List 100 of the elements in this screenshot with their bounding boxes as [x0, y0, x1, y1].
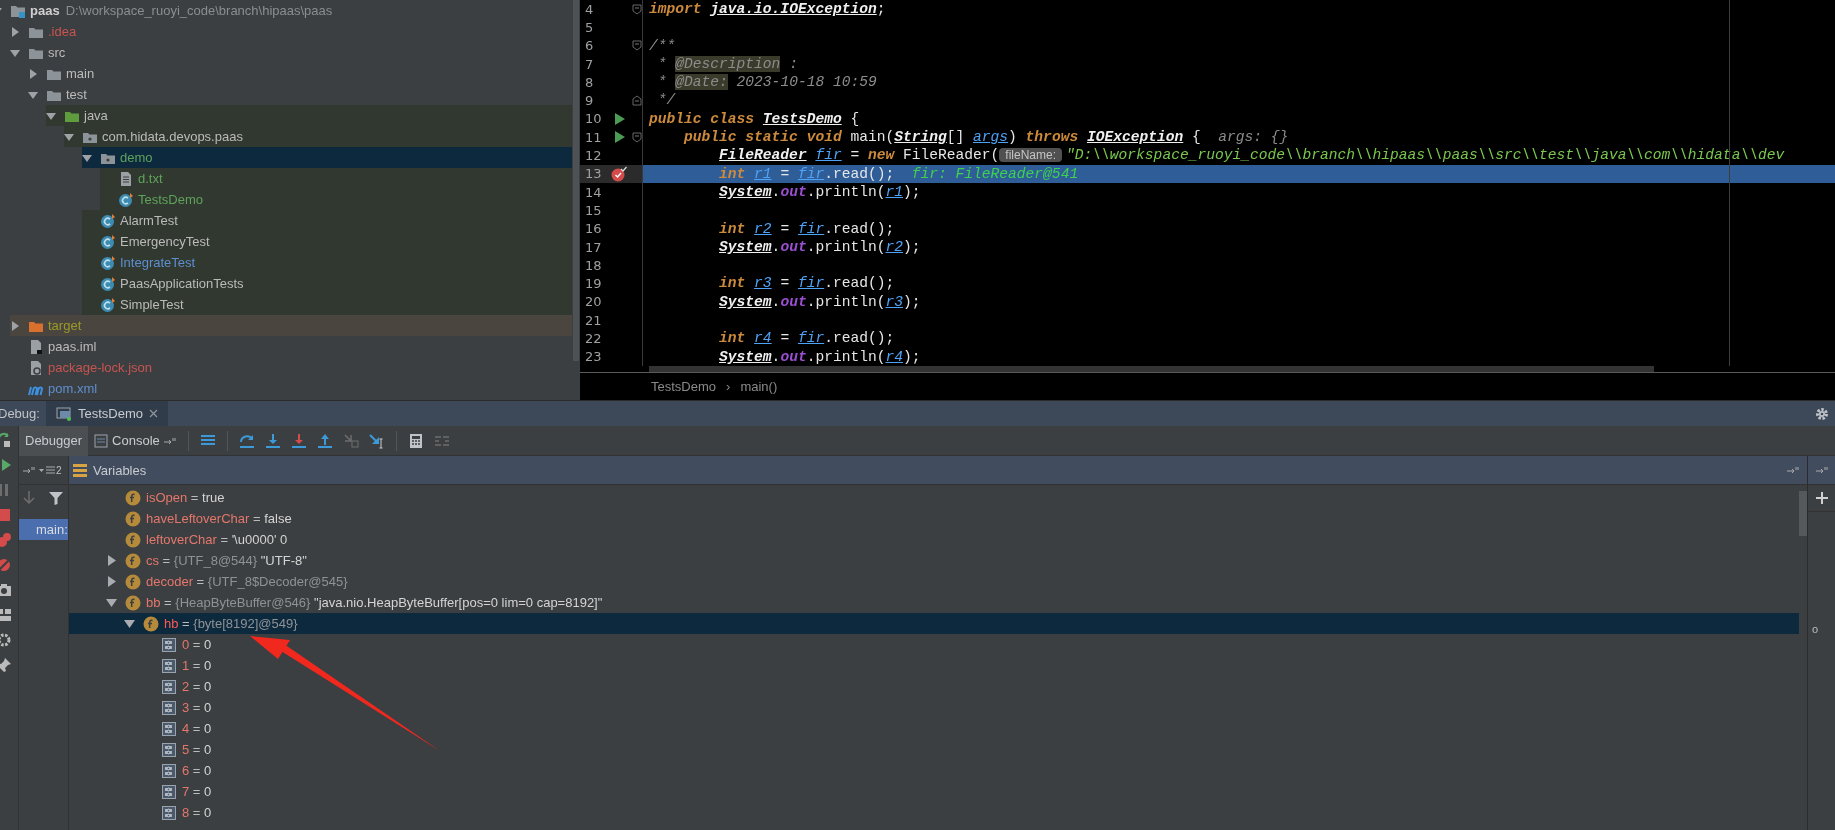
code-line: int r4 = fir.read();	[718, 329, 896, 348]
layout-icon[interactable]	[0, 607, 12, 623]
collapsed-arrow-icon[interactable]	[105, 576, 117, 587]
line-number: 22	[584, 331, 603, 346]
variable-row[interactable]: 0 = 0	[69, 634, 1799, 655]
code-line: int r3 = fir.read();	[718, 274, 896, 293]
subtab[interactable]: Console	[88, 425, 182, 456]
expanded-arrow-icon[interactable]	[105, 597, 117, 608]
settings-icon[interactable]	[1815, 406, 1829, 421]
frame-item[interactable]: main:	[19, 519, 68, 540]
breadcrumb-item[interactable]: TestsDemo	[651, 379, 717, 394]
line-number: 9	[584, 93, 595, 109]
tree-row[interactable]: com.hidata.devops.paas	[64, 126, 572, 147]
expanded-arrow-icon[interactable]	[82, 152, 92, 163]
expanded-arrow-icon[interactable]	[10, 47, 20, 58]
rerun-icon[interactable]	[0, 432, 12, 448]
tree-row[interactable]: EmergencyTest	[82, 231, 572, 252]
variable-row[interactable]: 8 = 0	[69, 802, 1799, 823]
filter-icon[interactable]	[49, 491, 63, 505]
scrollbar[interactable]	[649, 366, 1654, 372]
variable-row[interactable]: bb = {HeapByteBuffer@546} "java.nio.HeapByteBuffer[pos=0 lim=0 cap=8192]"	[69, 592, 1799, 613]
collapsed-arrow-icon[interactable]	[105, 555, 117, 566]
file-name: java	[84, 108, 108, 123]
variable-row[interactable]: 7 = 0	[69, 781, 1799, 802]
run-to-cursor-icon[interactable]	[368, 432, 385, 449]
fold-marker-icon[interactable]	[632, 3, 642, 15]
scrollbar[interactable]	[573, 0, 579, 361]
pin-icon[interactable]	[1815, 466, 1828, 474]
tree-row[interactable]: paas.iml	[10, 336, 572, 357]
mute-breakpoints-icon[interactable]	[0, 557, 12, 573]
variable-row[interactable]: leftoverChar = '\u0000' 0	[69, 529, 1799, 550]
variable-row[interactable]: cs = {UTF_8@544} "UTF-8"	[69, 550, 1799, 571]
tree-row[interactable]: PaasApplicationTests	[82, 273, 572, 294]
breakpoints-icon[interactable]	[0, 532, 12, 548]
step-over-icon[interactable]	[238, 432, 255, 449]
tree-row[interactable]: test	[28, 84, 572, 105]
pin-icon[interactable]	[23, 466, 35, 474]
expanded-arrow-icon[interactable]	[64, 131, 74, 142]
settings-icon[interactable]	[0, 632, 12, 648]
variable-row[interactable]: 3 = 0	[69, 697, 1799, 718]
variable-row[interactable]: decoder = {UTF_8$Decoder@545}	[69, 571, 1799, 592]
collapsed-arrow-icon[interactable]	[28, 68, 38, 79]
tree-row[interactable]: IntegrateTest	[82, 252, 572, 273]
tree-row[interactable]: TestsDemo	[100, 189, 572, 210]
array-element-icon	[161, 741, 177, 758]
pin-icon[interactable]	[0, 657, 12, 673]
fold-marker-icon[interactable]	[632, 131, 642, 143]
scrollbar[interactable]	[1799, 491, 1807, 536]
tree-row[interactable]: demo	[82, 147, 572, 168]
variable-row[interactable]: 2 = 0	[69, 676, 1799, 697]
calculator-icon[interactable]	[407, 432, 424, 449]
variable-text: 4 = 0	[182, 721, 212, 736]
run-icon[interactable]	[613, 112, 626, 125]
threads-menu-icon[interactable]	[39, 465, 55, 475]
expanded-arrow-icon[interactable]	[123, 618, 135, 629]
tree-row[interactable]: d.txt	[100, 168, 572, 189]
variables-icon	[73, 463, 87, 477]
variable-row[interactable]: haveLeftoverChar = false	[69, 508, 1799, 529]
collapsed-arrow-icon[interactable]	[10, 26, 20, 37]
force-step-into-icon[interactable]	[290, 432, 307, 449]
variable-row[interactable]: 6 = 0	[69, 760, 1799, 781]
tree-row[interactable]: AlarmTest	[82, 210, 572, 231]
class-icon	[100, 296, 116, 313]
code-line: * @Date: 2023-10-18 10:59	[656, 73, 878, 92]
fold-marker-icon[interactable]	[632, 40, 642, 52]
tree-row[interactable]: pom.xml	[10, 378, 572, 399]
session-tab[interactable]: TestsDemo	[46, 401, 169, 426]
line-number: 11	[584, 129, 603, 145]
add-icon[interactable]	[1815, 492, 1828, 504]
close-icon[interactable]	[149, 409, 159, 418]
expanded-arrow-icon[interactable]	[46, 110, 56, 121]
line-number: 5	[584, 19, 595, 35]
breadcrumb-item[interactable]: main()	[740, 379, 778, 394]
tree-row[interactable]: paas D:\workspace_ruoyi_code\branch\hipaas\paas	[0, 0, 572, 21]
tree-row[interactable]: main	[28, 63, 572, 84]
code-line: public class TestsDemo {	[647, 109, 861, 129]
line-number: 23	[584, 349, 603, 365]
variable-row[interactable]: isOpen = true	[69, 487, 1799, 508]
run-icon[interactable]	[613, 131, 626, 144]
tree-row[interactable]: SimpleTest	[82, 294, 572, 315]
subtab[interactable]: Debugger	[19, 425, 89, 456]
code-line: FileReader fir = new FileReader( fileName: "D:\\workspace_ruoyi_code\\branch\\hipaas\\paas\\src\\test\\java\\com\\hidata\\dev	[718, 146, 1786, 165]
variable-row[interactable]: 1 = 0	[69, 655, 1799, 676]
camera-icon[interactable]	[0, 582, 12, 598]
tree-row[interactable]: java	[46, 105, 572, 126]
breakpoint-icon[interactable]	[611, 165, 628, 182]
expanded-arrow-icon[interactable]	[28, 89, 38, 100]
pin-icon[interactable]	[1787, 466, 1799, 474]
tree-row[interactable]: src	[10, 42, 572, 63]
collapsed-arrow-icon[interactable]	[10, 320, 20, 331]
variable-row[interactable]: 4 = 0	[69, 718, 1799, 739]
resume-icon[interactable]	[0, 457, 12, 473]
step-out-icon[interactable]	[316, 432, 333, 449]
step-into-icon[interactable]	[264, 432, 281, 449]
file-name: target	[48, 318, 82, 333]
stop-icon[interactable]	[0, 507, 12, 523]
variable-row[interactable]: hb = {byte[8192]@549}	[69, 613, 1799, 634]
array-element-icon	[161, 678, 177, 695]
variable-row[interactable]: 5 = 0	[69, 739, 1799, 760]
fold-marker-icon[interactable]	[632, 95, 642, 107]
